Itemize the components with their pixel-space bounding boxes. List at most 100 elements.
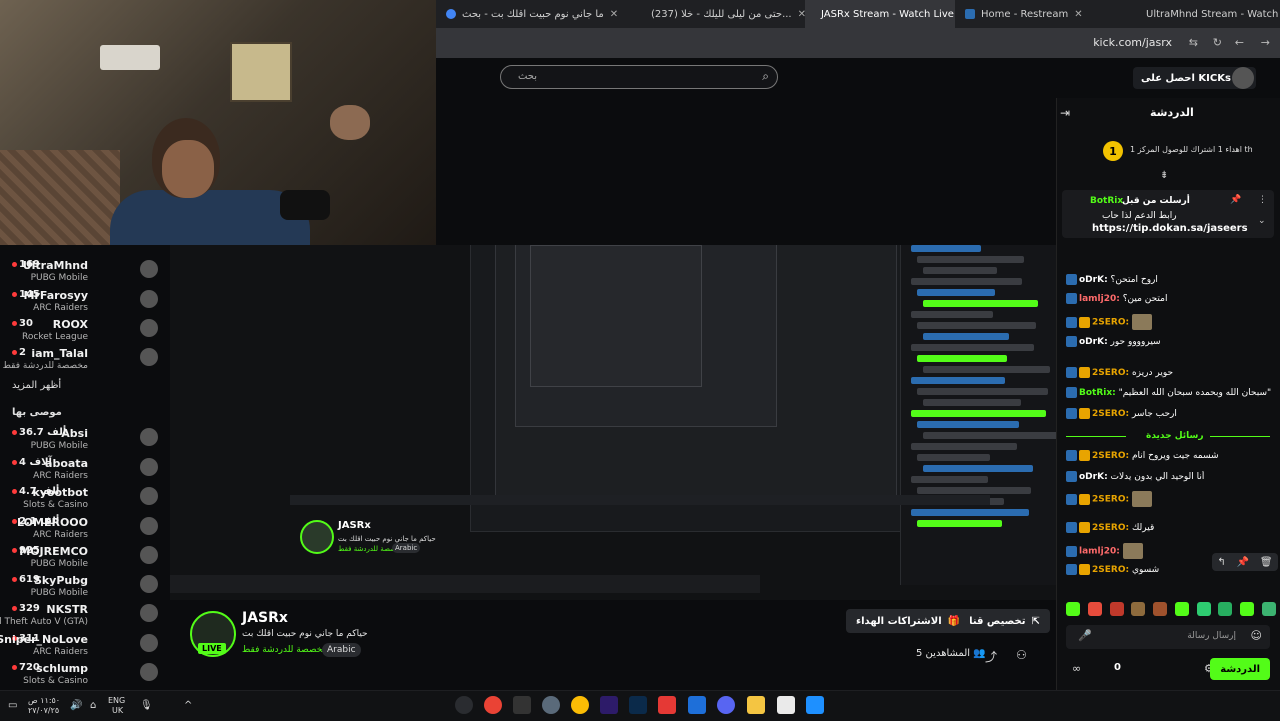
chat-username[interactable]: 2SERO: xyxy=(1092,451,1129,461)
sidebar-channel-item[interactable]: 169 UltraMhnd PUBG Mobile xyxy=(0,258,170,288)
chat-username[interactable]: oDrK: xyxy=(1079,472,1108,482)
chat-message[interactable]: 2SERO: xyxy=(1066,314,1276,334)
chat-username[interactable]: 2SERO: xyxy=(1092,565,1129,575)
emote-icon[interactable] xyxy=(1196,602,1211,616)
emote-icon[interactable] xyxy=(1218,602,1233,616)
emoji-picker-icon[interactable]: ☺ xyxy=(1251,629,1262,642)
chat-message[interactable]: 2SERO: قيرلك xyxy=(1066,522,1276,542)
premiere-icon[interactable] xyxy=(600,696,618,714)
taskbar-app-icon[interactable] xyxy=(455,696,473,714)
show-more-link[interactable]: أظهر المزيد xyxy=(12,380,61,391)
chat-message[interactable]: 2SERO: ارحب جاسر xyxy=(1066,408,1276,428)
start-windows-icon[interactable] xyxy=(806,696,824,714)
follow-user-icon[interactable]: ⚇ xyxy=(1016,648,1027,662)
tab-google-search[interactable]: ما جاني نوم حبيت اقلك بت - بحث ✕ xyxy=(436,0,635,28)
sidebar-channel-item[interactable]: 2.1 ألف LOMEROOO ARC Raiders xyxy=(0,515,170,545)
tab-ultramhnd[interactable]: UltraMhnd Stream - Watch xyxy=(1130,0,1280,28)
input-language[interactable]: ENG xyxy=(108,696,125,705)
microphone-icon[interactable]: 🎤 xyxy=(1078,629,1092,642)
emote-icon[interactable] xyxy=(1066,602,1080,616)
chat-username[interactable]: lamlj20: xyxy=(1079,294,1120,304)
tune-icon[interactable]: ⇆ xyxy=(1189,36,1198,49)
tab-jasrx-active[interactable]: JASRx Stream - Watch Live on ✕ xyxy=(805,0,955,28)
collapse-chat-icon[interactable]: ⇥ xyxy=(1060,106,1070,120)
file-explorer-icon[interactable] xyxy=(747,696,765,714)
sidebar-channel-item[interactable]: 2 iam_Talal مخصصة للدردشة فقط xyxy=(0,346,170,376)
chat-username[interactable]: 2SERO: xyxy=(1092,523,1129,533)
chat-message[interactable]: 2SERO: شسمه جيت ويروح انام xyxy=(1066,450,1276,470)
mail-icon[interactable] xyxy=(688,696,706,714)
chat-username[interactable]: 2SERO: xyxy=(1092,409,1129,419)
photoshop-icon[interactable] xyxy=(629,696,647,714)
chat-username[interactable]: oDrK: xyxy=(1079,275,1108,285)
chat-message[interactable]: oDrK: أنا الوحيد الي بدون يدلات xyxy=(1066,471,1276,491)
sidebar-channel-item[interactable]: 36.7 ألف Absi PUBG Mobile xyxy=(0,426,170,456)
close-tab-icon[interactable]: ✕ xyxy=(610,9,618,20)
sidebar-channel-item[interactable]: 30 ROOX Rocket League xyxy=(0,317,170,347)
channel-points[interactable]: 0 xyxy=(1114,662,1121,673)
chat-username[interactable]: 2SERO: xyxy=(1092,368,1129,378)
discord-icon[interactable] xyxy=(717,696,735,714)
chat-username[interactable]: 2SERO: xyxy=(1092,495,1129,505)
streamer-name[interactable]: JASRx xyxy=(242,610,288,626)
volume-icon[interactable]: 🔊 xyxy=(70,700,82,711)
sidebar-channel-item[interactable]: 311 Sniper_NoLove ARC Raiders xyxy=(0,632,170,662)
chat-message[interactable]: lamlj20: امتحن مين؟ xyxy=(1066,293,1276,313)
stream-language-tag[interactable]: Arabic xyxy=(322,643,361,657)
gift-leader-badge[interactable]: 1 xyxy=(1103,141,1123,161)
settings-icon[interactable] xyxy=(542,696,560,714)
send-chat-button[interactable]: الدردشة xyxy=(1210,658,1270,680)
mic-tray-icon[interactable]: 🎙 xyxy=(140,700,153,711)
sidebar-channel-item[interactable]: 720 schlump Slots & Casino xyxy=(0,661,170,691)
chat-message[interactable]: 2SERO: حوير دريزه xyxy=(1066,367,1276,387)
sidebar-channel-item[interactable]: 619 SkyPubg PUBG Mobile xyxy=(0,573,170,603)
back-icon[interactable]: → xyxy=(1261,36,1270,49)
search-input[interactable]: ⌕ بحث xyxy=(500,65,778,89)
chrome-icon[interactable] xyxy=(484,696,502,714)
chat-message-input[interactable]: 🎤 إرسال رسالة ☺ xyxy=(1066,625,1270,649)
input-region[interactable]: UK xyxy=(112,706,123,715)
clock-date[interactable]: ٢٧/٠٧/٢٥ xyxy=(28,706,59,715)
pinned-link[interactable]: https://tip.dokan.sa/jaseers xyxy=(1092,223,1248,234)
chevron-down-icon[interactable]: ⌄ xyxy=(1258,216,1266,226)
tab-restream[interactable]: Home - Restream ✕ xyxy=(955,0,1130,28)
emote-icon[interactable] xyxy=(1153,602,1168,616)
stream-category[interactable]: مخصصة للدردشة فقط xyxy=(242,645,327,655)
sidebar-channel-item[interactable]: 329 NKSTRGrand Theft Auto V (GTA) xyxy=(0,602,170,632)
network-icon[interactable]: ⌂ xyxy=(90,700,96,711)
emote-icon[interactable] xyxy=(1087,602,1102,616)
taskbar-app-icon[interactable] xyxy=(513,696,531,714)
delete-icon[interactable]: 🗑 xyxy=(1260,557,1273,568)
forward-icon[interactable]: ← xyxy=(1235,36,1244,49)
reload-icon[interactable]: ↻ xyxy=(1213,36,1222,49)
pin-message-icon[interactable]: 📌 xyxy=(1237,557,1249,568)
capcut-icon[interactable] xyxy=(658,696,676,714)
chat-message[interactable]: oDrK: سيروووو حور xyxy=(1066,336,1276,356)
calendar-icon[interactable] xyxy=(777,696,795,714)
address-field[interactable]: kick.com/jasrx xyxy=(1093,36,1172,49)
more-options-icon[interactable]: ⋮ xyxy=(1258,195,1267,205)
chrome-icon[interactable] xyxy=(571,696,589,714)
sidebar-channel-item[interactable]: 4.7 ألف kyootbot Slots & Casino xyxy=(0,485,170,515)
chat-username[interactable]: 2SERO: xyxy=(1092,318,1129,328)
gift-subs-button[interactable]: الاشتراكات الهداء 🎁 xyxy=(846,609,971,633)
chat-message[interactable]: 2SERO: xyxy=(1066,491,1276,511)
emote-icon[interactable] xyxy=(1240,602,1255,616)
close-tab-icon[interactable]: ✕ xyxy=(798,9,805,20)
sidebar-channel-item[interactable]: 4 آلاف aboata ARC Raiders xyxy=(0,456,170,486)
clock-time[interactable]: ١١:٥٠ ص xyxy=(28,696,60,705)
chat-username[interactable]: BotRix: xyxy=(1079,388,1116,398)
reply-icon[interactable]: ↰ xyxy=(1217,557,1225,568)
chat-username[interactable]: oDrK: xyxy=(1079,337,1108,347)
emote-icon[interactable] xyxy=(1109,602,1124,616)
chat-message[interactable]: BotRix: "سبحان الله وبحمده سبحان الله ال… xyxy=(1066,387,1276,407)
notification-icon[interactable]: ▭ xyxy=(8,700,17,711)
share-icon[interactable]: ⤴ xyxy=(985,648,997,665)
pinned-message[interactable]: BotRix أرسلت من قبل 📌 ⋮ رابط الدعم لذا ح… xyxy=(1062,190,1274,238)
sidebar-channel-item[interactable]: 145 MrFarosyy ARC Raiders xyxy=(0,288,170,318)
chat-username[interactable]: lamlj20: xyxy=(1079,547,1120,557)
emote-icon[interactable] xyxy=(1131,602,1146,616)
emote-icon[interactable] xyxy=(1261,602,1276,616)
emote-icon[interactable] xyxy=(1174,602,1189,616)
tray-expand-icon[interactable]: ^ xyxy=(184,700,192,711)
